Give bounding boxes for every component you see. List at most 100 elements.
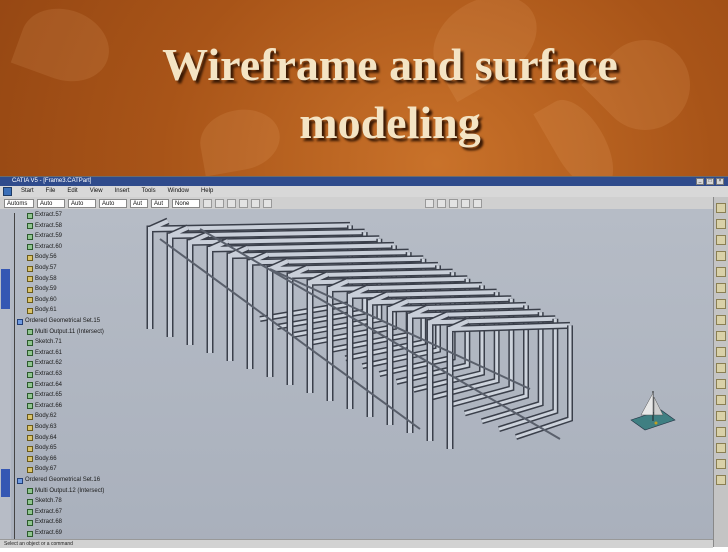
compass-icon[interactable] [628,387,678,437]
toolbar-button[interactable] [716,427,726,437]
body-icon [27,286,33,293]
tree-item[interactable]: Ordered Geometrical Set.15 [17,317,100,326]
menu-start[interactable]: Start [15,186,40,197]
toolbar-button[interactable] [716,331,726,341]
toolbar-button[interactable] [716,459,726,469]
toolbar-button[interactable] [716,283,726,293]
tree-item[interactable]: Body.57 [27,264,57,273]
left-toolbar [0,209,11,547]
tree-item[interactable]: Extract.64 [27,381,62,390]
toolbar-button[interactable] [716,219,726,229]
toolbar-button[interactable] [716,251,726,261]
tree-item-label: Sketch.71 [35,339,62,346]
toolbar-button[interactable] [239,198,248,208]
toolbar-button[interactable] [449,198,458,208]
toolbar-button[interactable] [473,198,482,208]
toolbar-button[interactable] [716,203,726,213]
combo-7[interactable]: None [172,198,200,208]
toolbar-button[interactable] [716,411,726,421]
tree-item[interactable]: Body.59 [27,285,57,294]
tree-item[interactable]: Body.56 [27,253,57,262]
tree-item[interactable]: Extract.60 [27,243,62,252]
menu-file[interactable]: File [40,186,62,197]
window-controls: _ □ × [696,178,724,185]
toolbar-button[interactable] [425,198,434,208]
feature-icon [27,519,33,526]
toolbar-button[interactable] [716,379,726,389]
toolbar-button[interactable] [215,198,224,208]
menu-insert[interactable]: Insert [109,186,136,197]
toolbar-button[interactable] [716,363,726,373]
combo-6[interactable]: Aut [151,198,169,208]
toolbar-button[interactable] [227,198,236,208]
tree-item[interactable]: Extract.59 [27,232,62,241]
tree-item[interactable]: Body.61 [27,306,57,315]
menu-tools[interactable]: Tools [136,186,162,197]
toolbar-button[interactable] [263,198,272,208]
body-icon [27,435,33,442]
feature-icon [27,530,33,537]
tree-item-label: Ordered Geometrical Set.15 [25,318,101,324]
tree-item[interactable]: Multi Output.12 (Intersect) [27,487,104,496]
body-icon [27,265,33,272]
tree-item-label: Body.59 [35,286,57,293]
menu-help[interactable]: Help [195,186,219,197]
toolbar-button[interactable] [251,198,260,208]
tree-item[interactable]: Sketch.78 [27,497,62,506]
tree-item[interactable]: Extract.69 [27,529,62,538]
catia-icon[interactable] [3,187,12,196]
toolbar-button[interactable] [203,198,212,208]
combo-1[interactable]: Automs [4,198,34,208]
tree-item[interactable]: Extract.66 [27,402,62,411]
menu-edit[interactable]: Edit [61,186,83,197]
tree-item[interactable]: Extract.65 [27,391,62,400]
toolbar-button[interactable] [716,347,726,357]
toolbar-button[interactable] [461,198,470,208]
tree-item[interactable]: Ordered Geometrical Set.16 [17,476,100,485]
tree-item[interactable]: Body.66 [27,455,57,464]
body-icon [27,413,33,420]
tree-item[interactable]: Sketch.71 [27,338,62,347]
tree-item[interactable]: Extract.57 [27,211,62,220]
menu-window[interactable]: Window [162,186,195,197]
toolbar-button[interactable] [716,315,726,325]
menu-view[interactable]: View [84,186,109,197]
tree-item-label: Body.61 [35,307,57,314]
tree-item[interactable]: Body.60 [27,296,57,305]
tree-item[interactable]: Body.58 [27,275,57,284]
tree-item[interactable]: Extract.58 [27,222,62,231]
tree-item[interactable]: Extract.68 [27,518,62,527]
combo-2[interactable]: Auto [37,198,65,208]
tree-item[interactable]: Body.67 [27,465,57,474]
tree-item-label: Body.57 [35,265,57,271]
tree-item-label: Ordered Geometrical Set.16 [25,477,101,483]
tree-item-label: Extract.67 [35,508,63,515]
tree-item-label: Body.64 [35,434,57,441]
feature-icon [27,244,33,251]
tree-item-label: Extract.69 [35,530,63,536]
tree-item-label: Multi Output.12 (Intersect) [35,487,105,494]
tree-item[interactable]: Body.63 [27,423,57,432]
tree-item[interactable]: Extract.62 [27,359,62,368]
combo-5[interactable]: Aut [130,198,148,208]
toolbar-button[interactable] [716,443,726,453]
combo-3[interactable]: Auto [68,198,96,208]
toolbar-button[interactable] [716,267,726,277]
close-button[interactable]: × [716,178,724,185]
tree-item[interactable]: Body.64 [27,434,57,443]
tree-item[interactable]: Body.65 [27,444,57,453]
toolbar-button[interactable] [716,299,726,309]
toolbar-button[interactable] [716,395,726,405]
body-icon [27,254,33,261]
toolbar-button[interactable] [716,475,726,485]
tree-item[interactable]: Extract.67 [27,508,62,517]
tree-item[interactable]: Multi Output.11 (Intersect) [27,328,104,337]
tree-item[interactable]: Extract.63 [27,370,62,379]
tree-item[interactable]: Extract.61 [27,349,62,358]
combo-4[interactable]: Auto [99,198,127,208]
toolbar-button[interactable] [437,198,446,208]
minimize-button[interactable]: _ [696,178,704,185]
maximize-button[interactable]: □ [706,178,714,185]
toolbar-button[interactable] [716,235,726,245]
tree-item[interactable]: Body.62 [27,412,57,421]
